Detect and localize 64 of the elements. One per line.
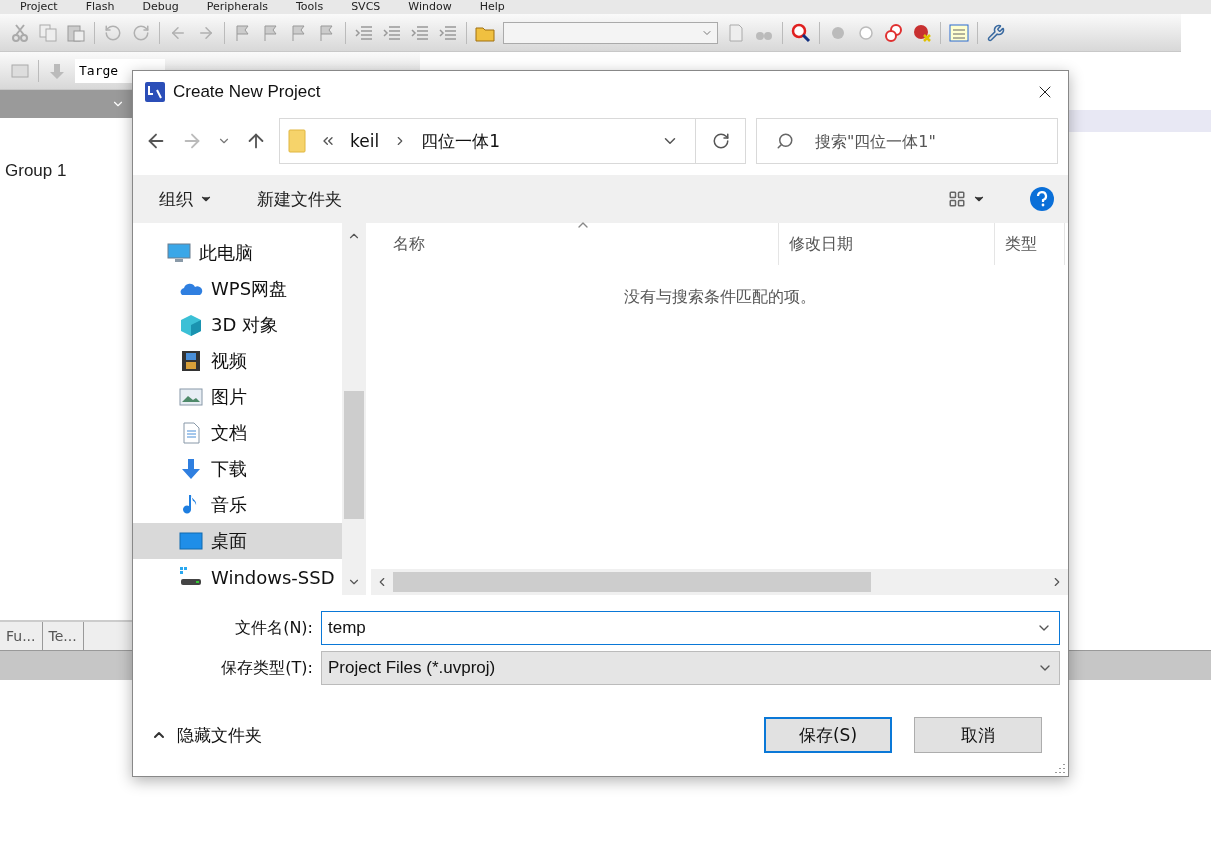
new-folder-button[interactable]: 新建文件夹 [257, 187, 342, 211]
empty-message: 没有与搜索条件匹配的项。 [623, 287, 816, 306]
menu-item[interactable]: Project [20, 0, 58, 14]
find-document-icon[interactable] [726, 22, 746, 43]
refresh-icon [711, 132, 730, 150]
menu-item[interactable]: Debug [142, 0, 179, 14]
folder-icon [288, 129, 306, 153]
drive-icon [179, 566, 203, 588]
scissors-icon[interactable] [10, 22, 30, 43]
menu-item[interactable]: Tools [296, 0, 324, 14]
copy-icon[interactable] [38, 22, 58, 43]
column-header[interactable]: 类型 [995, 223, 1065, 265]
debug-magnifier-icon[interactable] [791, 22, 811, 43]
field-label: 文件名(N): [234, 617, 313, 639]
cube-icon [179, 314, 203, 336]
hide-folders-button[interactable]: 隐藏文件夹 [151, 723, 262, 747]
view-options-button[interactable] [948, 190, 986, 208]
menu-item[interactable]: SVCS [351, 0, 381, 14]
window-title: Create New Project [173, 82, 322, 102]
film-icon [179, 350, 203, 372]
column-header[interactable]: 名称 [371, 223, 779, 265]
help-icon[interactable] [1030, 187, 1054, 211]
file-type-dropdown[interactable]: Project Files (*.uvproj) [321, 651, 1060, 685]
clipboard-icon[interactable] [66, 22, 86, 43]
menu-item[interactable]: Help [479, 0, 505, 14]
circles-icon[interactable] [884, 22, 904, 43]
menu-item[interactable]: Peripherals [206, 0, 268, 14]
organize-button[interactable]: 组织 [159, 187, 213, 211]
cancel-button[interactable]: 取消 [914, 717, 1042, 753]
search-field[interactable]: 搜索"四位一体1" [756, 118, 1058, 164]
navigation-item[interactable]: 3D 对象 [133, 307, 342, 343]
picture-icon [179, 386, 203, 408]
navigation-item[interactable]: 此电脑 [133, 235, 342, 271]
navigation-item[interactable]: 桌面 [133, 523, 342, 559]
navigation-item[interactable]: 文档 [133, 415, 342, 451]
vertical-scrollbar[interactable] [342, 223, 366, 595]
navigation-item[interactable]: WPS网盘 [133, 271, 342, 307]
navigation-item[interactable]: 下载 [133, 451, 342, 487]
navigation-item[interactable]: Windows-SSD [133, 559, 342, 595]
breadcrumb[interactable]: keil [350, 131, 380, 151]
wrench-icon[interactable] [986, 22, 1006, 43]
column-header[interactable]: 修改日期 [779, 223, 995, 265]
tree-item[interactable]: Group 1 [5, 161, 67, 180]
window-layout-icon[interactable] [949, 22, 969, 43]
navigation-item[interactable]: 图片 [133, 379, 342, 415]
menu-item[interactable]: Window [408, 0, 452, 14]
navigation-item[interactable]: 音乐 [133, 487, 342, 523]
navigation-item[interactable]: 视频 [133, 343, 342, 379]
save-button[interactable]: 保存(S) [764, 717, 892, 753]
horizontal-scrollbar[interactable] [371, 569, 1068, 595]
desktop-icon [179, 530, 203, 552]
grid-view-icon [948, 190, 966, 208]
combo-box[interactable] [503, 21, 718, 44]
field-label: 保存类型(T): [220, 657, 313, 679]
app-logo-icon [145, 82, 165, 102]
download-icon [179, 458, 203, 480]
monitor-icon [167, 242, 191, 264]
breadcrumb[interactable]: 四位一体1 [421, 129, 500, 153]
clear-breakpoints-icon[interactable] [912, 22, 932, 43]
address-bar[interactable]: keil 四位一体1 [279, 118, 746, 164]
filename-field[interactable]: temp [321, 611, 1060, 645]
resize-grip-icon [1055, 763, 1065, 773]
menu-item[interactable]: Flash [85, 0, 115, 14]
search-icon [776, 132, 794, 150]
